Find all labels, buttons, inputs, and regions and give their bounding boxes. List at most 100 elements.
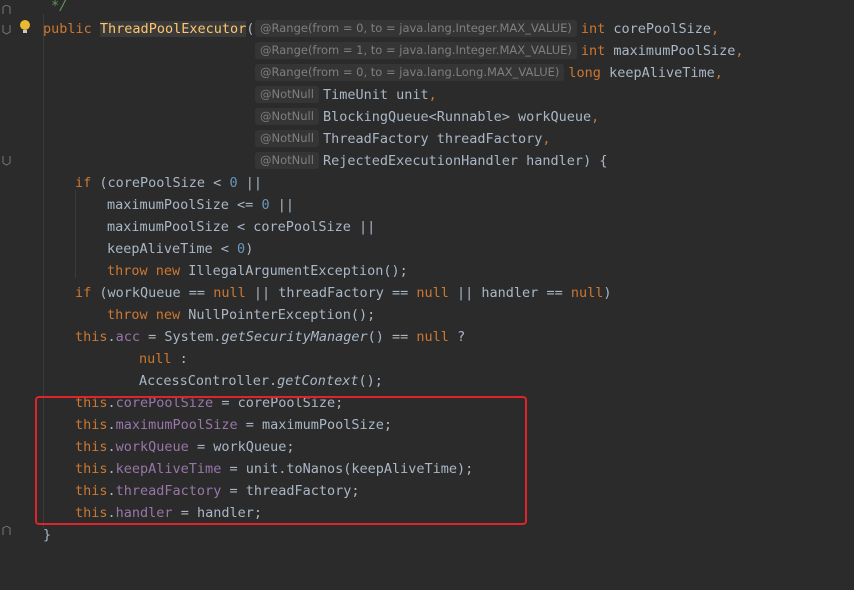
code-text: || handler == [448,285,571,301]
param: @Range(from = 1, to = java.lang.Integer.… [255,40,743,62]
code-line[interactable]: @NotNull ThreadFactory threadFactory, [0,128,854,150]
separator: , [591,109,600,125]
code-line[interactable]: this.acc = System.getSecurityManager() =… [0,326,854,348]
code-statement: throw new IllegalArgumentException(); [107,260,408,282]
code-line[interactable]: @NotNull BlockingQueue<Runnable> workQueu… [0,106,854,128]
code-line[interactable]: @Range(from = 0, to = java.lang.Long.MAX… [0,62,854,84]
code-line[interactable]: */ [0,0,854,17]
code-statement: this.acc = System.getSecurityManager() =… [75,329,466,345]
param-name: unit [396,87,429,103]
code-line[interactable]: keepAliveTime < 0) [0,238,854,260]
number-literal: 0 [237,241,246,257]
param: @NotNull BlockingQueue<Runnable> workQueu… [255,106,599,128]
code-line[interactable]: null : [0,348,854,370]
code-statement: if (workQueue == null || threadFactory =… [75,282,611,304]
param-name: maximumPoolSize [613,43,736,59]
method-call: getSecurityManager [221,329,368,345]
separator: , [710,21,720,37]
code-text: IllegalArgumentException(); [180,263,408,279]
number-literal: 0 [229,175,238,191]
code-statement: keepAliveTime < 0) [107,238,253,260]
param: @Range(from = 0, to = java.lang.Long.MAX… [255,62,723,84]
param: @Range(from = 0, to = java.lang.Integer.… [255,18,719,40]
keyword: this [75,329,108,345]
code-text: NullPointerException(); [180,307,376,323]
inlay-hint: @NotNull [255,130,319,147]
closing-brace: } [43,527,52,543]
code-editor[interactable]: */ public ThreadPoolExecutor( @Range(fro… [0,0,854,558]
param-type: long [568,65,601,81]
code-text: ) [603,285,612,301]
keyword: null [570,285,604,301]
code-statement: AccessController.getContext(); [139,370,383,392]
code-line[interactable]: throw new NullPointerException(); [0,304,854,326]
code-text: = System. [140,329,222,345]
keyword: null [139,351,172,367]
number-literal: 0 [261,197,270,213]
method-call: getContext [277,373,359,389]
code-line[interactable]: @NotNull TimeUnit unit, [0,84,854,106]
param: @NotNull TimeUnit unit, [255,84,437,106]
code-line[interactable]: @Range(from = 1, to = java.lang.Integer.… [0,40,854,62]
code-line[interactable]: if (workQueue == null || threadFactory =… [0,282,854,304]
comment-text: */ [51,0,68,14]
code-line[interactable]: maximumPoolSize < corePoolSize || [0,216,854,238]
method-name: ThreadPoolExecutor [99,21,247,37]
keyword: null [416,329,449,345]
param: @NotNull ThreadFactory threadFactory, [255,128,551,150]
code-statement: maximumPoolSize <= 0 || [107,194,294,216]
code-text: || [237,175,262,191]
code-text: AccessController. [139,373,278,389]
keyword: if [75,285,92,301]
param-type: BlockingQueue<Runnable> [322,109,510,125]
highlight-box [35,396,527,525]
code-text: (workQueue == [91,285,214,301]
keyword: public [43,21,92,37]
param-type: ThreadFactory [322,131,429,147]
separator: , [735,43,744,59]
code-text: () == [367,329,417,345]
code-line[interactable]: maximumPoolSize <= 0 || [0,194,854,216]
keyword: if [75,175,92,191]
param-name: corePoolSize [613,21,711,37]
inlay-hint: @Range(from = 0, to = java.lang.Integer.… [255,20,577,37]
inlay-hint: @NotNull [255,152,319,169]
keyword: throw [107,307,148,323]
code-text: (corePoolSize < [91,175,230,191]
inlay-hint: @NotNull [255,108,319,125]
param-type: RejectedExecutionHandler [322,153,519,169]
code-line[interactable]: @NotNull RejectedExecutionHandler handler… [0,150,854,172]
code-text: ? [448,329,466,345]
code-text: : [171,351,188,367]
param-name: workQueue [518,109,592,125]
code-line[interactable]: public ThreadPoolExecutor( @Range(from =… [0,18,854,40]
code-text: maximumPoolSize <= [107,197,262,213]
inlay-hint: @NotNull [255,86,319,103]
code-statement: if (corePoolSize < 0 || [75,172,262,194]
code-text: keepAliveTime < [107,241,238,257]
separator: , [542,131,551,147]
param-type: int [580,43,606,59]
code-line[interactable]: } [0,524,854,546]
field-name: acc [115,329,141,345]
signature-start: public ThreadPoolExecutor( [43,18,254,40]
code-text: (); [358,373,383,389]
keyword: null [213,285,246,301]
code-line[interactable]: throw new IllegalArgumentException(); [0,260,854,282]
param: @NotNull RejectedExecutionHandler handler… [255,150,607,172]
separator: , [714,65,723,81]
param-type: TimeUnit [322,87,388,103]
keyword: null [416,285,449,301]
keyword: throw [107,263,148,279]
code-text: ) [245,241,254,257]
param-type: int [580,21,606,37]
code-line[interactable]: if (corePoolSize < 0 || [0,172,854,194]
inlay-hint: @Range(from = 0, to = java.lang.Long.MAX… [255,64,565,81]
code-line[interactable]: AccessController.getContext(); [0,370,854,392]
keyword: new [155,307,181,323]
code-statement: null : [139,348,188,370]
code-statement: maximumPoolSize < corePoolSize || [107,219,376,235]
code-text: || threadFactory == [245,285,417,301]
keyword: new [155,263,181,279]
code-statement: throw new NullPointerException(); [107,304,375,326]
